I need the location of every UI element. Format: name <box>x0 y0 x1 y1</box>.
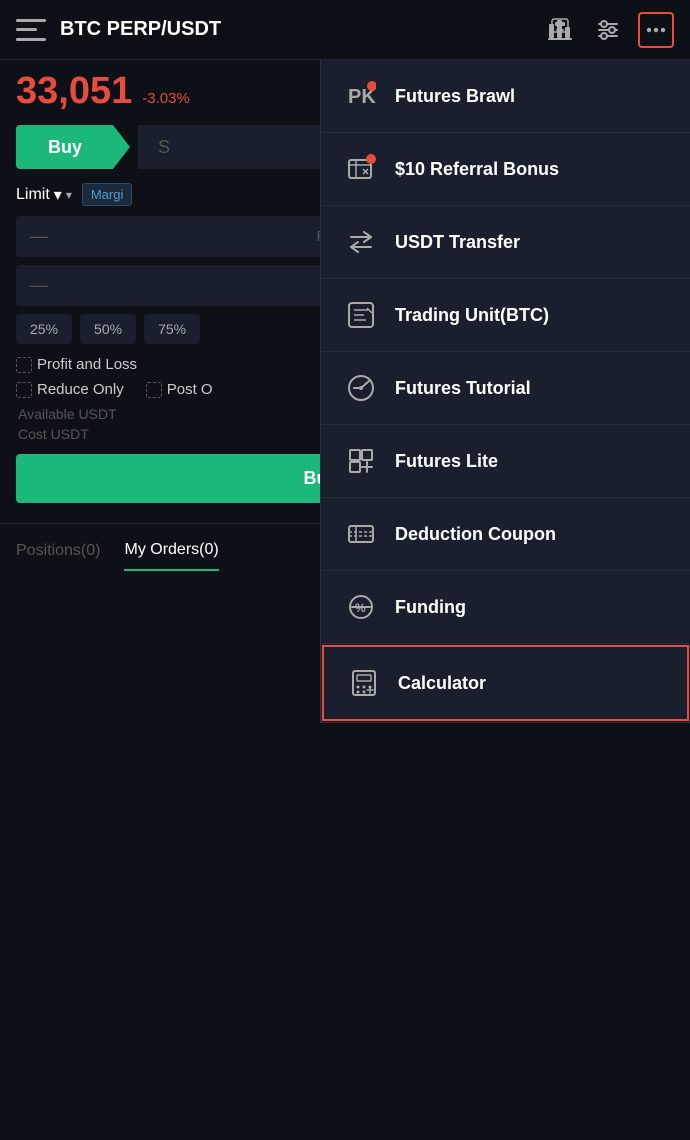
trading-unit-label: Trading Unit(BTC) <box>395 305 549 326</box>
post-only-label: Post O <box>167 381 213 398</box>
settings-icon[interactable] <box>590 12 626 48</box>
tab-my-orders[interactable]: My Orders(0) <box>124 541 218 571</box>
dropdown-item-referral[interactable]: $10 Referral Bonus <box>321 133 690 206</box>
reduce-only-box <box>16 382 32 398</box>
dropdown-item-usdt-transfer[interactable]: USDT Transfer <box>321 206 690 279</box>
pk-icon: PK <box>343 78 379 114</box>
post-only-checkbox[interactable]: Post O <box>146 381 213 398</box>
svg-text:%: % <box>355 601 366 615</box>
chart-icon[interactable] <box>542 12 578 48</box>
calculator-label: Calculator <box>398 673 486 694</box>
available-label: Available USDT <box>18 406 117 422</box>
calculator-icon <box>346 665 382 701</box>
reduce-only-label: Reduce Only <box>37 381 124 398</box>
price-change: -3.03% <box>142 90 190 107</box>
referral-icon <box>343 151 379 187</box>
funding-label: Funding <box>395 597 466 618</box>
futures-brawl-label: Futures Brawl <box>395 86 515 107</box>
profit-loss-checkbox[interactable]: Profit and Loss <box>16 356 137 373</box>
funding-icon: % <box>343 589 379 625</box>
dropdown-item-futures-tutorial[interactable]: Futures Tutorial <box>321 352 690 425</box>
qty-minus[interactable]: — <box>30 275 48 296</box>
sell-label: S <box>158 137 170 158</box>
price-value: 33,051 <box>16 70 132 113</box>
tutorial-icon <box>343 370 379 406</box>
dropdown-item-funding[interactable]: % Funding <box>321 571 690 644</box>
dropdown-item-futures-brawl[interactable]: PK Futures Brawl <box>321 60 690 133</box>
order-type-label: Limit <box>16 186 50 204</box>
pct-25-button[interactable]: 25% <box>16 314 72 344</box>
order-type-select[interactable]: Limit ▾ <box>16 185 72 205</box>
tab-positions[interactable]: Positions(0) <box>16 542 100 570</box>
lite-icon <box>343 443 379 479</box>
price-minus[interactable]: — <box>30 226 48 247</box>
transfer-icon <box>343 224 379 260</box>
reduce-only-checkbox[interactable]: Reduce Only <box>16 381 124 398</box>
referral-label: $10 Referral Bonus <box>395 159 559 180</box>
dropdown-item-calculator[interactable]: Calculator <box>322 645 689 721</box>
menu-icon[interactable] <box>16 19 46 41</box>
dropdown-item-futures-lite[interactable]: Futures Lite <box>321 425 690 498</box>
usdt-transfer-label: USDT Transfer <box>395 232 520 253</box>
profit-loss-box <box>16 357 32 373</box>
header: BTC PERP/USDT <box>0 0 690 60</box>
profit-loss-label: Profit and Loss <box>37 356 137 373</box>
deduction-coupon-label: Deduction Coupon <box>395 524 556 545</box>
more-icon[interactable] <box>638 12 674 48</box>
coupon-icon <box>343 516 379 552</box>
cost-label: Cost USDT <box>18 426 89 442</box>
futures-lite-label: Futures Lite <box>395 451 498 472</box>
pct-50-button[interactable]: 50% <box>80 314 136 344</box>
margin-badge[interactable]: Margi <box>82 183 133 206</box>
page-title: BTC PERP/USDT <box>60 18 542 41</box>
unit-icon <box>343 297 379 333</box>
pct-75-button[interactable]: 75% <box>144 314 200 344</box>
futures-tutorial-label: Futures Tutorial <box>395 378 531 399</box>
dropdown-item-trading-unit[interactable]: Trading Unit(BTC) <box>321 279 690 352</box>
header-icons <box>542 12 674 48</box>
dropdown-arrow: ▾ <box>54 185 62 205</box>
dropdown-item-deduction-coupon[interactable]: Deduction Coupon <box>321 498 690 571</box>
post-only-box <box>146 382 162 398</box>
buy-button[interactable]: Buy <box>16 125 130 169</box>
dropdown-menu: PK Futures Brawl $10 Referral Bonus <box>320 60 690 723</box>
